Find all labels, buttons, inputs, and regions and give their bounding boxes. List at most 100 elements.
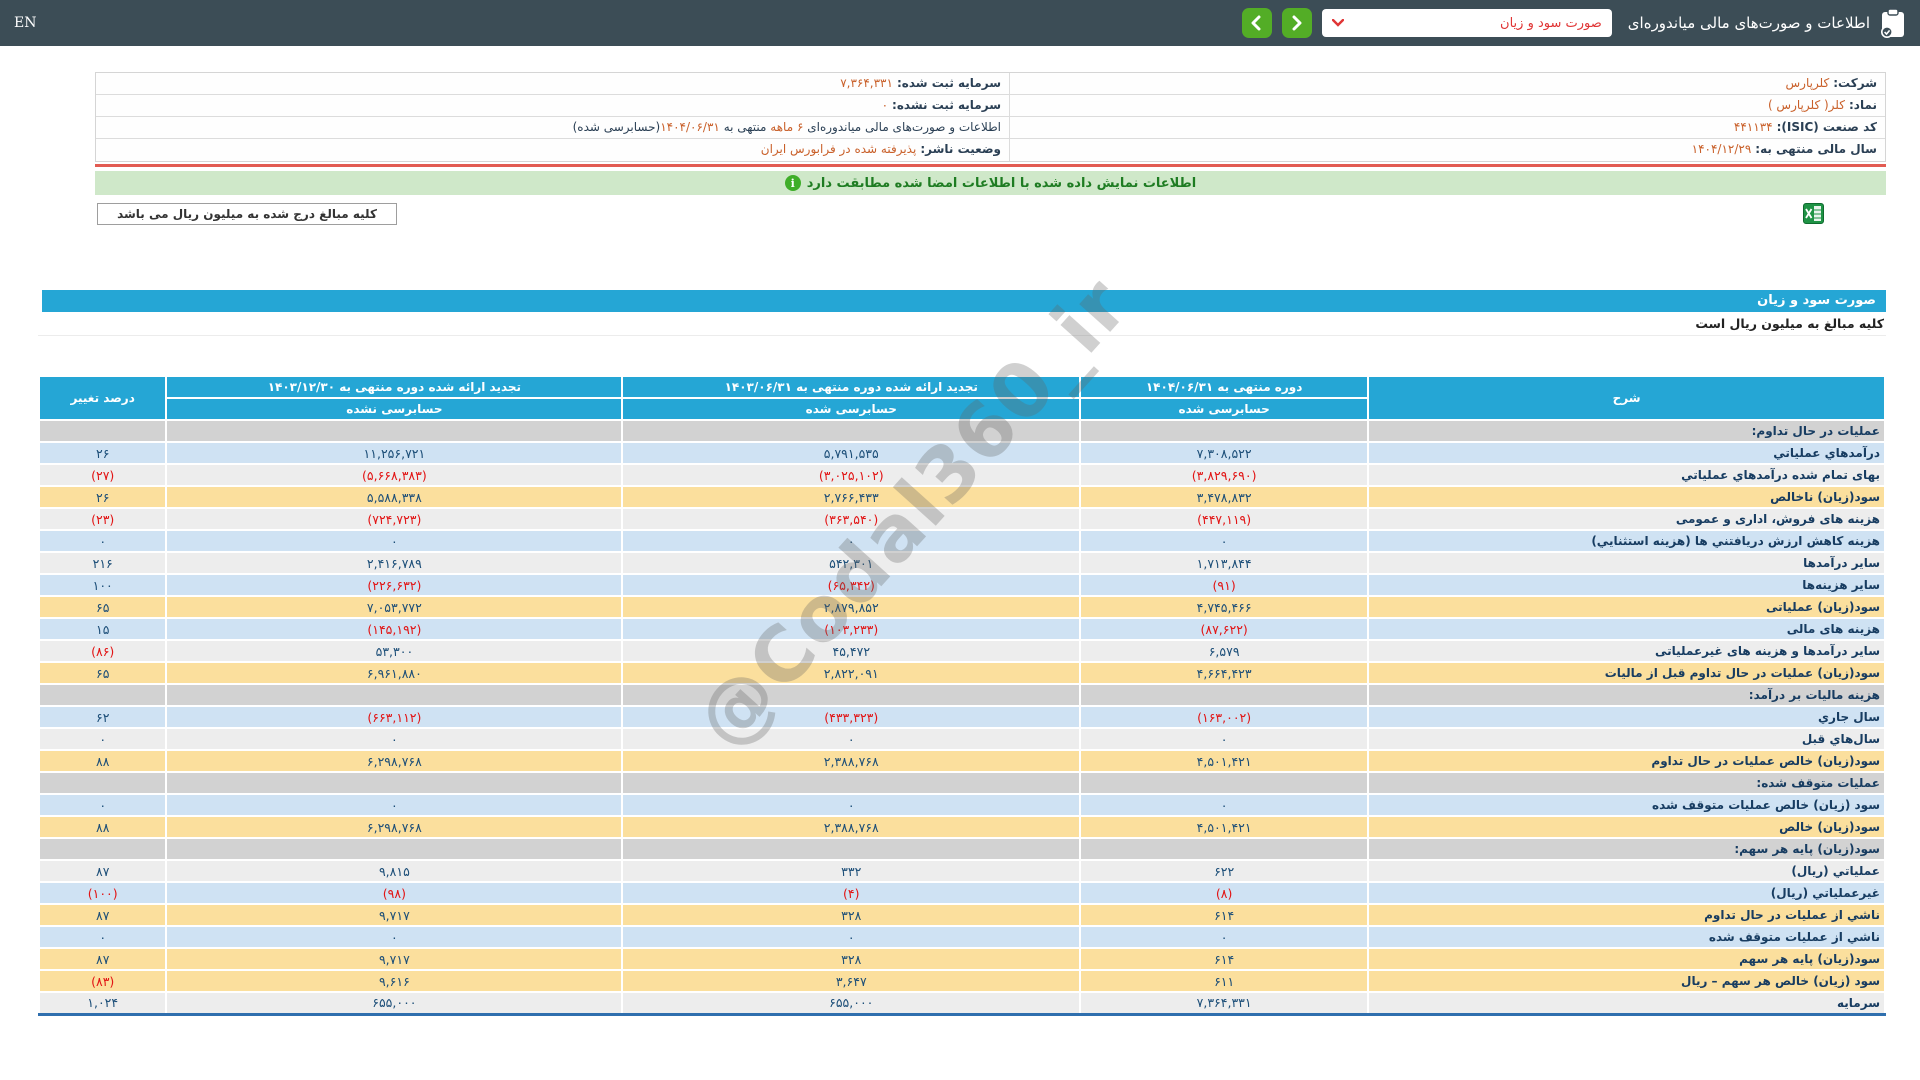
value-cell-restated-year: ۹,۶۱۶: [165, 969, 624, 993]
row-label-cell: عملیاتي (ریال): [1367, 859, 1886, 883]
value-cell-restated-year: (۷۲۴,۷۲۳): [165, 507, 624, 531]
row-label-cell: سود(زیان) عملیاتی: [1367, 595, 1886, 619]
pct-cell: ۸۸: [37, 815, 168, 839]
value-cell-restated-year: ۶,۲۹۸,۷۶۸: [165, 815, 624, 839]
row-label-cell: سود(زیان) عملیات در حال تداوم قبل از مال…: [1367, 661, 1886, 685]
excel-export-icon[interactable]: [1803, 203, 1824, 224]
row-label-cell: عملیات در حال تداوم:: [1367, 419, 1886, 443]
row-label-cell: سود(زیان) خالص عملیات در حال تداوم: [1367, 749, 1886, 773]
value-cell-current: [1079, 419, 1370, 443]
value-cell-current: (۸۷,۶۲۲): [1079, 617, 1370, 641]
value-cell-current: ۰: [1079, 727, 1370, 751]
pct-cell: ۸۸: [37, 749, 168, 773]
unit-note: کلیه مبالغ به میلیون ریال است: [38, 312, 1886, 336]
value-cell-restated-year: ۵۳,۳۰۰: [165, 639, 624, 663]
info-row-right: سال مالی منتهی به:۱۴۰۴/۱۲/۲۹: [1009, 139, 1885, 161]
info-value: ۱۴۰۴/۱۲/۲۹: [1691, 142, 1752, 156]
statement-title-bar: صورت سود و زیان: [42, 290, 1886, 312]
pct-cell: (۸۳): [37, 969, 168, 993]
value-cell-restated-mid: (۴): [621, 881, 1082, 905]
value-cell-restated-year: [165, 837, 624, 861]
report-period-text: (حسابرسی شده): [572, 120, 661, 134]
value-cell-current: ۴,۵۰۱,۴۲۱: [1079, 815, 1370, 839]
value-cell-current: ۰: [1079, 793, 1370, 817]
table-row: سایر درآمدها ۱,۷۱۳,۸۴۴ ۵۴۲,۳۰۱ ۲,۴۱۶,۷۸۹ ۲۱۶: [37, 551, 1886, 575]
value-cell-restated-year: ۹,۷۱۷: [165, 903, 624, 927]
value-cell-restated-year: ۲,۴۱۶,۷۸۹: [165, 551, 624, 575]
header-unaudited-year: حسابرسی نشده: [165, 397, 624, 421]
pct-cell: ۶۲: [37, 705, 168, 729]
table-row: هزینه های فروش، اداری و عمومی (۴۴۷,۱۱۹) (۳…: [37, 507, 1886, 531]
value-cell-restated-mid: ۲,۸۷۹,۸۵۲: [621, 595, 1082, 619]
previous-statement-button[interactable]: [1241, 8, 1272, 38]
value-cell-restated-mid: (۳۶۳,۵۴۰): [621, 507, 1082, 531]
pct-cell: ۰: [37, 529, 168, 553]
info-value[interactable]: کلرپارس: [1786, 76, 1830, 90]
row-label-cell: سایر هزینه‌ها: [1367, 573, 1886, 597]
table-row: ناشي از عملیات در حال تداوم ۶۱۴ ۳۲۸ ۹,۷۱۷ ۸۷: [37, 903, 1886, 927]
info-label: سرمایه ثبت شده:: [896, 76, 1001, 90]
table-row: ناشي از عملیات متوقف شده ۰ ۰ ۰ ۰: [37, 925, 1886, 949]
value-cell-restated-year: (۹۸): [165, 881, 624, 905]
table-row: سود(زیان) پایه هر سهم ۶۱۴ ۳۲۸ ۹,۷۱۷ ۸۷: [37, 947, 1886, 971]
value-cell-restated-year: (۱۴۵,۱۹۲): [165, 617, 624, 641]
info-label: کد صنعت (ISIC):: [1776, 120, 1877, 134]
row-label-cell: هزینه های مالی: [1367, 617, 1886, 641]
info-label: سرمایه ثبت نشده:: [892, 98, 1001, 112]
pct-cell: ۱,۰۲۴: [37, 991, 168, 1015]
table-row: سایر هزینه‌ها (۹۱) (۶۵,۳۴۲) (۲۲۶,۶۳۲) ۱۰۰: [37, 573, 1886, 597]
value-cell-restated-year: [165, 771, 624, 795]
info-value: ۰: [881, 98, 889, 112]
value-cell-current: (۱۶۳,۰۰۲): [1079, 705, 1370, 729]
statement-type-dropdown[interactable]: صورت سود و زیان: [1321, 9, 1612, 37]
table-row: درآمدهاي عملياتي ۷,۳۰۸,۵۲۲ ۵,۷۹۱,۵۳۵ ۱۱,۲۵۶…: [37, 441, 1886, 465]
table-row: عملیاتي (ریال) ۶۲۲ ۳۳۲ ۹,۸۱۵ ۸۷: [37, 859, 1886, 883]
value-cell-restated-mid: ۴۵,۴۷۲: [621, 639, 1082, 663]
pct-cell: ۸۷: [37, 903, 168, 927]
language-toggle-en[interactable]: EN: [14, 15, 36, 31]
pct-cell: [37, 771, 168, 795]
value-cell-restated-mid: [621, 837, 1082, 861]
value-cell-current: ۶۱۴: [1079, 903, 1370, 927]
row-label-cell: سرمایه: [1367, 991, 1886, 1015]
value-cell-restated-year: (۶۶۳,۱۱۲): [165, 705, 624, 729]
table-row: سود(زیان) ناخالص ۳,۴۷۸,۸۳۲ ۲,۷۶۶,۴۳۳ ۵,۵۸۸,…: [37, 485, 1886, 509]
pct-cell: ۲۶: [37, 485, 168, 509]
header-description: شرح: [1367, 375, 1886, 421]
table-row: سرمایه ۷,۳۶۴,۳۳۱ ۶۵۵,۰۰۰ ۶۵۵,۰۰۰ ۱,۰۲۴: [37, 991, 1886, 1015]
value-cell-restated-mid: ۳۳۲: [621, 859, 1082, 883]
section-row: هزینه مالیات بر درآمد:: [37, 683, 1886, 707]
row-label-cell: سود (زیان) خالص عملیات متوقف شده: [1367, 793, 1886, 817]
info-row-right: کد صنعت (ISIC):۴۴۱۱۳۴: [1009, 117, 1885, 139]
header-audited-current: حسابرسی شده: [1079, 397, 1370, 421]
value-cell-current: ۶,۵۷۹: [1079, 639, 1370, 663]
pct-cell: ۶۵: [37, 661, 168, 685]
info-value: ۴۴۱۱۳۴: [1733, 120, 1773, 134]
value-cell-current: ۶۱۱: [1079, 969, 1370, 993]
header-period-restated-mid: تجدید ارائه شده دوره منتهی به ۱۴۰۳/۰۶/۳۱: [621, 375, 1082, 399]
row-label-cell: بهای تمام شده درآمدهاي عملياتي: [1367, 463, 1886, 487]
value-cell-restated-mid: ۵۴۲,۳۰۱: [621, 551, 1082, 575]
section-row: عملیات در حال تداوم:: [37, 419, 1886, 443]
info-value[interactable]: کلر( کلرپارس ): [1768, 98, 1845, 112]
value-cell-restated-mid: ۳۲۸: [621, 947, 1082, 971]
row-label-cell: ناشي از عملیات در حال تداوم: [1367, 903, 1886, 927]
chevron-down-icon: [1331, 19, 1344, 27]
next-statement-button[interactable]: [1281, 8, 1312, 38]
company-info-section: شرکت:کلرپارس سرمایه ثبت شده:۷,۳۶۴,۳۳۱ نماد…: [95, 72, 1886, 227]
table-row: بهای تمام شده درآمدهاي عملياتي (۳,۸۲۹,۶۹۰…: [37, 463, 1886, 487]
value-cell-restated-year: ۰: [165, 925, 624, 949]
value-cell-current: [1079, 771, 1370, 795]
value-cell-restated-mid: ۲,۳۸۸,۷۶۸: [621, 749, 1082, 773]
value-cell-restated-mid: [621, 419, 1082, 443]
pct-cell: ۸۷: [37, 947, 168, 971]
header-percent-change: درصد تغییر: [37, 375, 168, 421]
value-cell-current: ۱,۷۱۳,۸۴۴: [1079, 551, 1370, 575]
value-cell-restated-mid: (۳,۰۲۵,۱۰۲): [621, 463, 1082, 487]
table-row: هزینه کاهش ارزش دریافتني ها (هزینه استثن…: [37, 529, 1886, 553]
amount-note-box: کلیه مبالغ درج شده به میلیون ریال می باش…: [97, 203, 397, 225]
info-value: پذیرفته شده در فرابورس ایران: [760, 142, 917, 156]
info-icon: i: [784, 175, 801, 191]
value-cell-restated-mid: [621, 771, 1082, 795]
row-label-cell: سود (زیان) خالص هر سهم – ریال: [1367, 969, 1886, 993]
